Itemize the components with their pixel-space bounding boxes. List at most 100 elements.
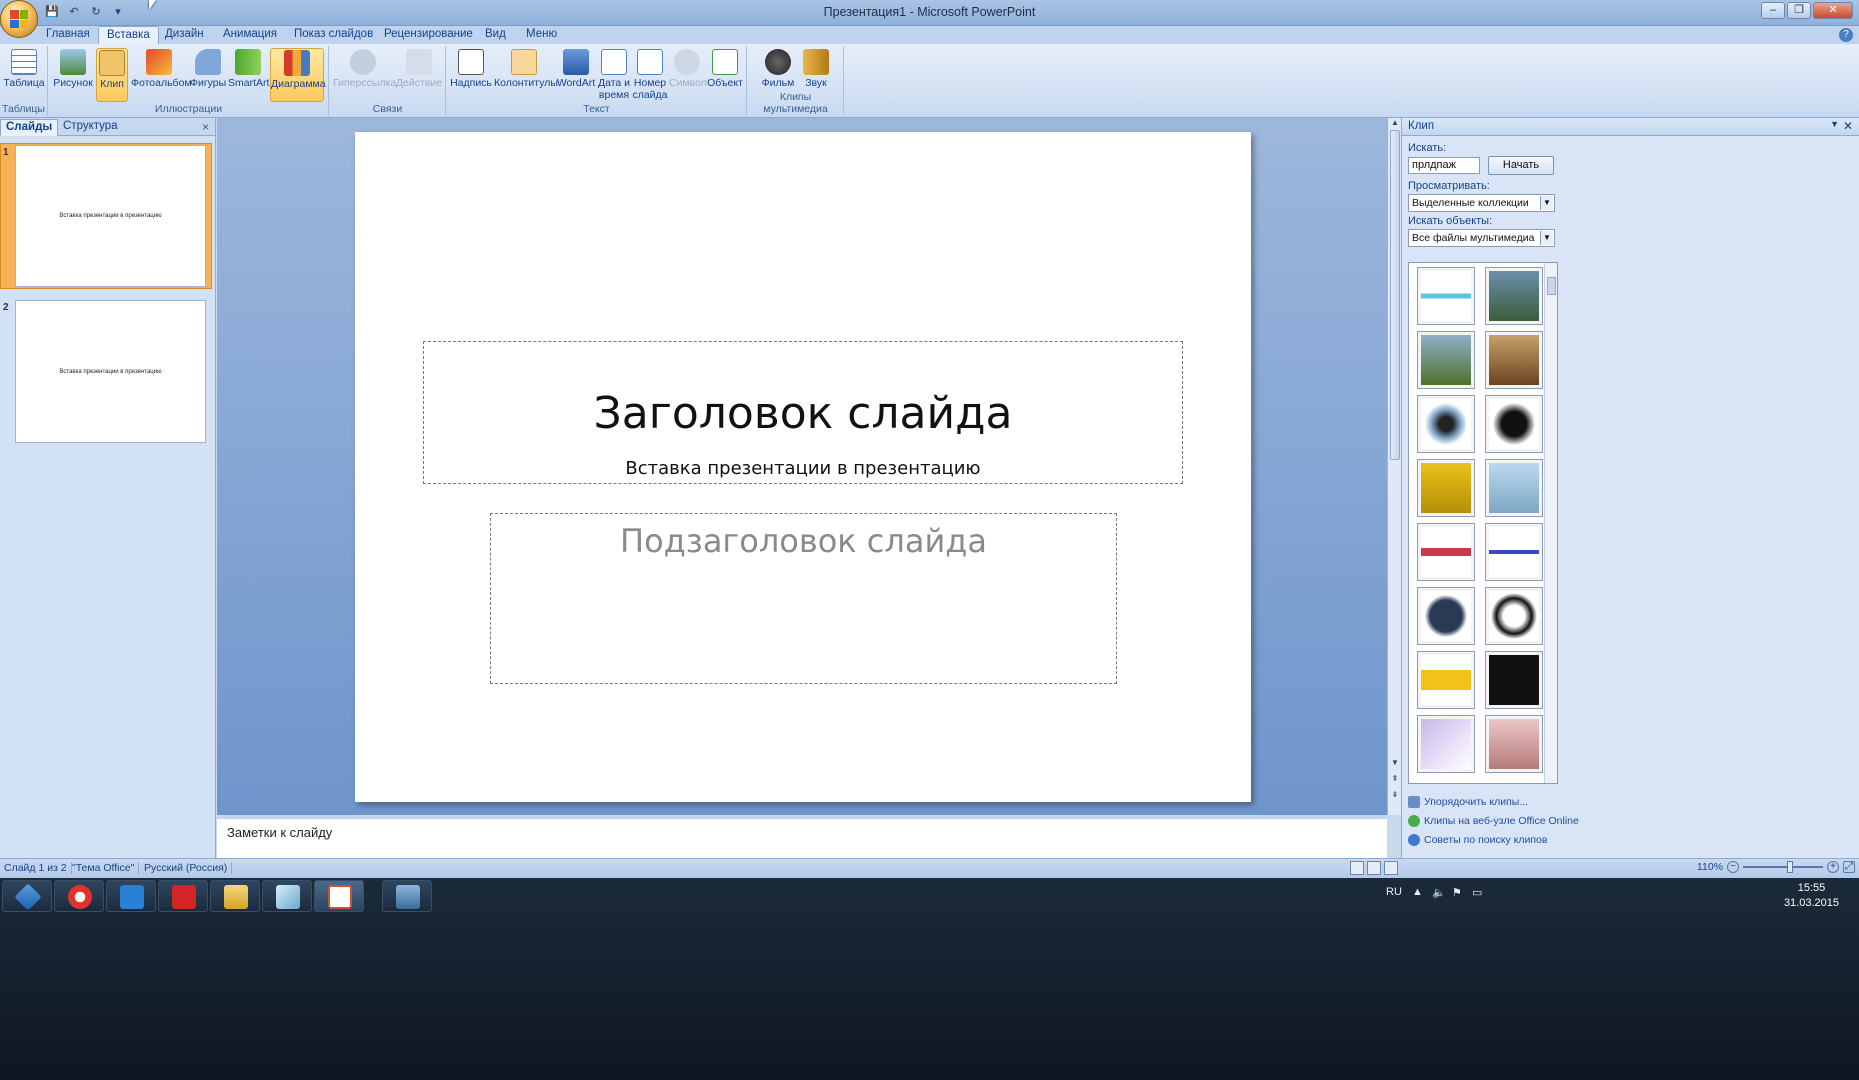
pane-menu-icon[interactable]: ▼ (1830, 119, 1839, 129)
close-icon[interactable]: × (202, 120, 209, 134)
group-label-illustrations: Иллюстрации (154, 103, 223, 115)
chart-button[interactable]: Диаграмма (270, 48, 326, 102)
tab-home[interactable]: Главная (38, 26, 98, 44)
object-button[interactable]: Объект (706, 48, 744, 102)
prev-slide-icon[interactable]: ⇞ (1388, 774, 1402, 783)
tab-insert[interactable]: Вставка (98, 26, 159, 44)
clip-item[interactable] (1485, 715, 1543, 773)
next-slide-icon[interactable]: ⇟ (1388, 790, 1402, 799)
taskbar-yandex[interactable] (54, 880, 104, 912)
clip-item[interactable] (1417, 395, 1475, 453)
minimize-button[interactable]: – (1761, 2, 1785, 19)
fit-window-icon[interactable]: ⤢ (1843, 861, 1855, 873)
taskbar-picture-viewer[interactable] (382, 880, 432, 912)
taskbar-notepad[interactable] (262, 880, 312, 912)
pane-close-icon[interactable]: ✕ (1843, 119, 1853, 133)
language-status[interactable]: Русский (Россия) (140, 862, 233, 874)
header-footer-button[interactable]: Колонтитулы (494, 48, 558, 102)
tab-view[interactable]: Вид (477, 26, 514, 44)
photo-album-button[interactable]: Фотоальбом (131, 48, 192, 102)
smartart-button[interactable]: SmartArt (228, 48, 269, 102)
maximize-button[interactable]: ❐ (1787, 2, 1811, 19)
start-button[interactable] (2, 880, 52, 912)
search-input[interactable]: прлдпаж (1408, 157, 1480, 174)
slide-number-button[interactable]: Номер слайда (632, 48, 668, 102)
datetime-label: Дата и время (597, 77, 631, 101)
normal-view-icon[interactable] (1350, 861, 1364, 875)
clip-item[interactable] (1485, 651, 1543, 709)
clip-item[interactable] (1485, 587, 1543, 645)
title-placeholder[interactable]: Заголовок слайда Вставка презентации в п… (423, 341, 1183, 484)
clip-item[interactable] (1417, 523, 1475, 581)
zoom-in-icon[interactable]: + (1827, 861, 1839, 873)
clip-item[interactable] (1417, 587, 1475, 645)
gallery-scroll-thumb[interactable] (1547, 277, 1556, 295)
tab-menu[interactable]: Меню (518, 26, 565, 44)
slide-canvas[interactable]: Заголовок слайда Вставка презентации в п… (355, 132, 1251, 802)
clip-item[interactable] (1485, 395, 1543, 453)
network-icon[interactable]: ▭ (1472, 886, 1482, 899)
notes-pane[interactable]: Заметки к слайду (217, 815, 1387, 858)
clip-item[interactable] (1485, 267, 1543, 325)
scrollbar-thumb[interactable] (1390, 130, 1400, 460)
tab-design[interactable]: Дизайн (157, 26, 212, 44)
clip-button[interactable]: Клип (96, 48, 128, 102)
zoom-out-icon[interactable]: − (1727, 861, 1739, 873)
tab-slideshow[interactable]: Показ слайдов (286, 26, 381, 44)
symbol-button[interactable]: Символ (669, 48, 707, 102)
table-button[interactable]: Таблица (3, 48, 45, 102)
datetime-button[interactable]: Дата и время (597, 48, 631, 102)
clip-item[interactable] (1485, 523, 1543, 581)
collections-select[interactable]: Выделенные коллекции ▼ (1408, 194, 1555, 212)
taskbar-maxthon[interactable] (106, 880, 156, 912)
office-online-link[interactable]: Клипы на веб-узле Office Online (1408, 815, 1579, 827)
theme-name[interactable]: "Тема Office" (68, 862, 140, 874)
textbox-button[interactable]: Надпись (450, 48, 492, 102)
clip-item[interactable] (1417, 459, 1475, 517)
scroll-up-icon[interactable]: ▲ (1388, 118, 1402, 127)
zoom-slider-knob[interactable] (1787, 861, 1793, 873)
taskbar-powerpoint[interactable] (314, 880, 364, 912)
zoom-slider[interactable] (1743, 861, 1823, 873)
slide-thumbnail-1[interactable]: Вставка презентации в презентацию (15, 145, 206, 287)
pane-title: Клип (1408, 120, 1435, 132)
picture-viewer-icon (396, 885, 420, 909)
tab-slides[interactable]: Слайды (0, 119, 59, 136)
go-button[interactable]: Начать (1488, 156, 1554, 175)
taskbar-t-app[interactable] (158, 880, 208, 912)
slide-sorter-icon[interactable] (1367, 861, 1381, 875)
tab-outline[interactable]: Структура (58, 119, 123, 136)
zoom-level[interactable]: 110% (1697, 861, 1723, 873)
slideshow-icon[interactable] (1384, 861, 1398, 875)
clip-item[interactable] (1485, 459, 1543, 517)
clip-item[interactable] (1417, 715, 1475, 773)
tab-animation[interactable]: Анимация (215, 26, 285, 44)
slide-thumbnail-2[interactable]: Вставка презентации в презентацию (15, 300, 206, 443)
office-button[interactable] (0, 0, 38, 38)
system-clock[interactable]: 15:55 31.03.2015 (1784, 881, 1839, 911)
volume-icon[interactable]: 🔈 (1432, 886, 1446, 899)
clip-item[interactable] (1485, 331, 1543, 389)
clip-item[interactable] (1417, 651, 1475, 709)
show-hidden-icons[interactable]: ▲ (1412, 886, 1423, 898)
gallery-scrollbar[interactable] (1544, 263, 1557, 783)
close-button[interactable]: ✕ (1813, 2, 1853, 19)
clip-item[interactable] (1417, 267, 1475, 325)
hyperlink-button[interactable]: Гиперссылка (333, 48, 396, 102)
action-button[interactable]: Действие (395, 48, 443, 102)
search-tips-link[interactable]: Советы по поиску клипов (1408, 834, 1547, 846)
clip-item[interactable] (1417, 331, 1475, 389)
scroll-down-icon[interactable]: ▼ (1388, 758, 1402, 767)
organize-clips-link[interactable]: Упорядочить клипы... (1408, 796, 1528, 808)
help-icon[interactable]: ? (1839, 28, 1853, 42)
input-language[interactable]: RU (1386, 886, 1402, 898)
subtitle-placeholder[interactable]: Подзаголовок слайда (490, 513, 1117, 684)
taskbar-explorer[interactable] (210, 880, 260, 912)
tab-review[interactable]: Рецензирование (376, 26, 481, 44)
picture-button[interactable]: Рисунок (53, 48, 93, 102)
wordart-button[interactable]: WordArt (556, 48, 596, 102)
vertical-scrollbar[interactable]: ▲ ▼ ⇞ ⇟ (1387, 118, 1401, 815)
shapes-button[interactable]: Фигуры (190, 48, 226, 102)
action-center-icon[interactable]: ⚑ (1452, 886, 1462, 899)
media-types-select[interactable]: Все файлы мультимедиа ▼ (1408, 229, 1555, 247)
